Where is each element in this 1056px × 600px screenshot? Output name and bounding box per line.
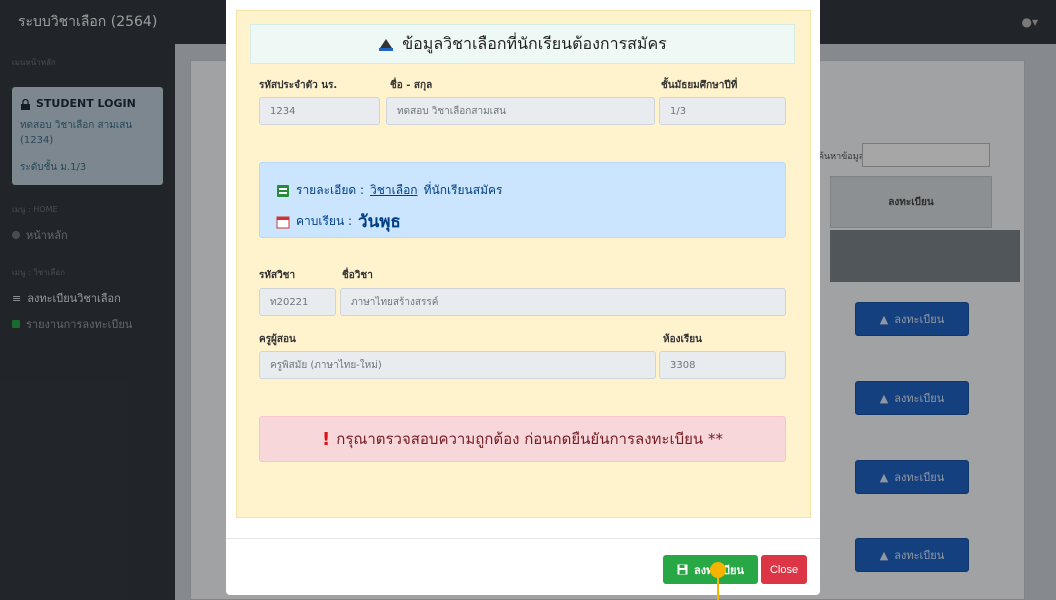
name-field[interactable]: ทดสอบ วิชาเลือกสามเสน [386,97,655,125]
warning-text: กรุณาตรวจสอบความถูกต้อง ก่อนกดยืนยันการล… [336,430,723,448]
close-button[interactable]: Close [761,555,807,584]
calendar-icon [276,214,290,229]
modal-footer-divider [226,538,820,539]
student-id-label: รหัสประจำตัว นร. [259,80,338,91]
grade-label: ชั้นมัธยมศึกษาปีที่ [661,80,738,91]
period-prefix: คาบเรียน : [296,214,353,228]
subject-info-suffix: ที่นักเรียนสมัคร [423,183,503,197]
subject-code-field[interactable]: ท20221 [259,288,336,316]
room-label: ห้องเรียน [663,334,702,345]
subject-code-label: รหัสวิชา [259,270,296,281]
register-icon [378,35,394,54]
period-day: วันพุธ [358,212,401,232]
subject-info-link[interactable]: วิชาเลือก [370,181,418,200]
subject-info-box: รายละเอียด : วิชาเลือก ที่นักเรียนสมัคร … [259,162,786,238]
modal-title-text: ข้อมูลวิชาเลือกที่นักเรียนต้องการสมัคร [402,33,667,53]
subject-name-field[interactable]: ภาษาไทยสร้างสรรค์ [340,288,786,316]
registration-modal: ข้อมูลวิชาเลือกที่นักเรียนต้องการสมัคร ร… [226,0,820,595]
name-label: ชื่อ - สกุล [390,80,433,91]
room-field[interactable]: 3308 [659,351,786,379]
book-icon [276,183,290,198]
period-line: คาบเรียน : วันพุธ [276,208,769,235]
warning-box: ! กรุณาตรวจสอบความถูกต้อง ก่อนกดยืนยันกา… [259,416,786,462]
subject-name-label: ชื่อวิชา [342,270,373,281]
student-id-field[interactable]: 1234 [259,97,380,125]
grade-field[interactable]: 1/3 [659,97,786,125]
exclamation-icon: ! [322,428,331,450]
cursor-marker-tail [717,578,719,600]
teacher-label: ครูผู้สอน [259,334,296,345]
teacher-field[interactable]: ครูพิสมัย (ภาษาไทย-ใหม่) [259,351,656,379]
modal-title: ข้อมูลวิชาเลือกที่นักเรียนต้องการสมัคร [250,24,795,64]
cursor-marker [710,562,726,578]
subject-info-prefix: รายละเอียด : [296,183,365,197]
save-icon [677,564,688,576]
subject-info-line: รายละเอียด : วิชาเลือก ที่นักเรียนสมัคร [276,181,769,200]
